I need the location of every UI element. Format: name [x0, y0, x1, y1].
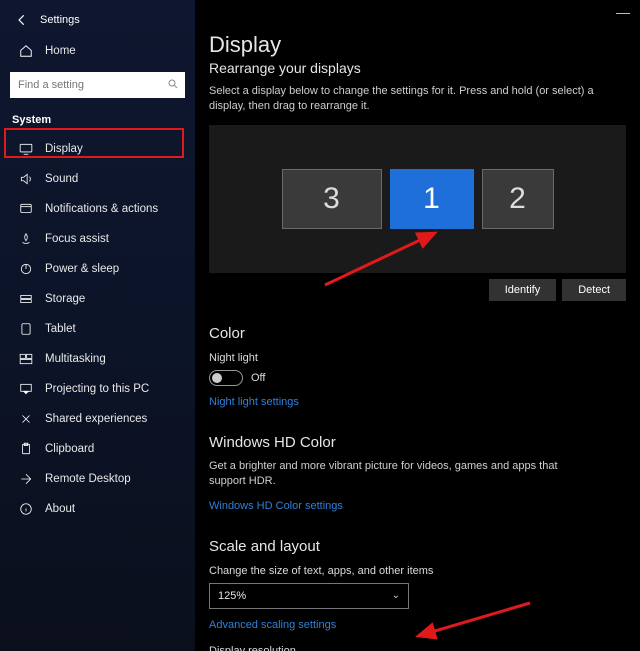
night-light-settings-link[interactable]: Night light settings	[209, 396, 299, 408]
sidebar-item-multitasking[interactable]: Multitasking	[0, 344, 195, 374]
sidebar-item-label: Projecting to this PC	[45, 383, 149, 395]
display-arrangement[interactable]: 3 1 2	[209, 125, 626, 273]
monitor-3[interactable]: 3	[282, 169, 382, 229]
sidebar-home[interactable]: Home	[0, 36, 195, 66]
sidebar-item-display[interactable]: Display	[0, 134, 195, 164]
sidebar-item-label: Storage	[45, 293, 85, 305]
sidebar-item-label: About	[45, 503, 75, 515]
sidebar-item-tablet[interactable]: Tablet	[0, 314, 195, 344]
sidebar-home-label: Home	[45, 45, 76, 57]
section-subheading: Rearrange your displays	[209, 60, 626, 76]
storage-icon	[18, 291, 34, 307]
shared-icon	[18, 411, 34, 427]
sidebar-group-label: System	[0, 108, 195, 132]
sidebar-item-label: Focus assist	[45, 233, 109, 245]
search-container	[0, 66, 195, 108]
scale-dropdown[interactable]: 125% ⌄	[209, 583, 409, 609]
sidebar-item-remote[interactable]: Remote Desktop	[0, 464, 195, 494]
instruction-text: Select a display below to change the set…	[209, 84, 626, 115]
monitor-1[interactable]: 1	[390, 169, 474, 229]
sidebar-item-label: Sound	[45, 173, 78, 185]
night-light-toggle[interactable]	[209, 370, 243, 386]
multi-icon	[18, 351, 34, 367]
scale-size-label: Change the size of text, apps, and other…	[209, 565, 626, 577]
sidebar-item-projecting[interactable]: Projecting to this PC	[0, 374, 195, 404]
monitor-label: 1	[423, 182, 440, 216]
sidebar-item-sound[interactable]: Sound	[0, 164, 195, 194]
about-icon	[18, 501, 34, 517]
clip-icon	[18, 441, 34, 457]
window-title: Settings	[40, 14, 80, 26]
sidebar-item-label: Power & sleep	[45, 263, 119, 275]
button-label: Detect	[578, 284, 610, 296]
night-light-label: Night light	[209, 352, 626, 364]
project-icon	[18, 381, 34, 397]
scale-value: 125%	[218, 590, 246, 602]
detect-button[interactable]: Detect	[562, 279, 626, 301]
hd-heading: Windows HD Color	[209, 434, 626, 451]
sidebar-item-storage[interactable]: Storage	[0, 284, 195, 314]
power-icon	[18, 261, 34, 277]
page-title: Display	[209, 32, 626, 58]
hd-settings-link[interactable]: Windows HD Color settings	[209, 500, 343, 512]
sidebar: Settings Home System Display Sound Notif…	[0, 0, 195, 651]
sidebar-item-shared[interactable]: Shared experiences	[0, 404, 195, 434]
sidebar-item-label: Shared experiences	[45, 413, 147, 425]
sidebar-item-label: Multitasking	[45, 353, 106, 365]
sidebar-item-focus[interactable]: Focus assist	[0, 224, 195, 254]
sidebar-item-label: Clipboard	[45, 443, 94, 455]
color-heading: Color	[209, 325, 626, 342]
tablet-icon	[18, 321, 34, 337]
sound-icon	[18, 171, 34, 187]
sidebar-item-label: Tablet	[45, 323, 76, 335]
sidebar-item-power[interactable]: Power & sleep	[0, 254, 195, 284]
main-panel: — Display Rearrange your displays Select…	[195, 0, 640, 651]
chevron-down-icon: ⌄	[392, 590, 400, 601]
monitor-2[interactable]: 2	[482, 169, 554, 229]
sidebar-item-label: Remote Desktop	[45, 473, 131, 485]
sidebar-item-label: Display	[45, 143, 83, 155]
sidebar-list: Display Sound Notifications & actions Fo…	[0, 132, 195, 524]
button-label: Identify	[505, 284, 540, 296]
toggle-state: Off	[251, 372, 265, 384]
focus-icon	[18, 231, 34, 247]
monitor-label: 3	[323, 182, 340, 216]
sidebar-item-clipboard[interactable]: Clipboard	[0, 434, 195, 464]
sidebar-item-label: Notifications & actions	[45, 203, 158, 215]
monitor-label: 2	[509, 182, 526, 216]
annotation-arrow	[410, 598, 540, 648]
identify-button[interactable]: Identify	[489, 279, 556, 301]
home-icon	[18, 43, 34, 59]
sidebar-item-about[interactable]: About	[0, 494, 195, 524]
advanced-scaling-link[interactable]: Advanced scaling settings	[209, 619, 336, 631]
search-input[interactable]	[10, 72, 185, 98]
hd-desc: Get a brighter and more vibrant picture …	[209, 459, 569, 490]
resolution-label: Display resolution	[209, 645, 626, 651]
back-button[interactable]	[12, 10, 32, 30]
remote-icon	[18, 471, 34, 487]
scale-heading: Scale and layout	[209, 538, 626, 555]
notify-icon	[18, 201, 34, 217]
minimize-button[interactable]: —	[616, 4, 630, 20]
sidebar-item-notifications[interactable]: Notifications & actions	[0, 194, 195, 224]
display-icon	[18, 141, 34, 157]
